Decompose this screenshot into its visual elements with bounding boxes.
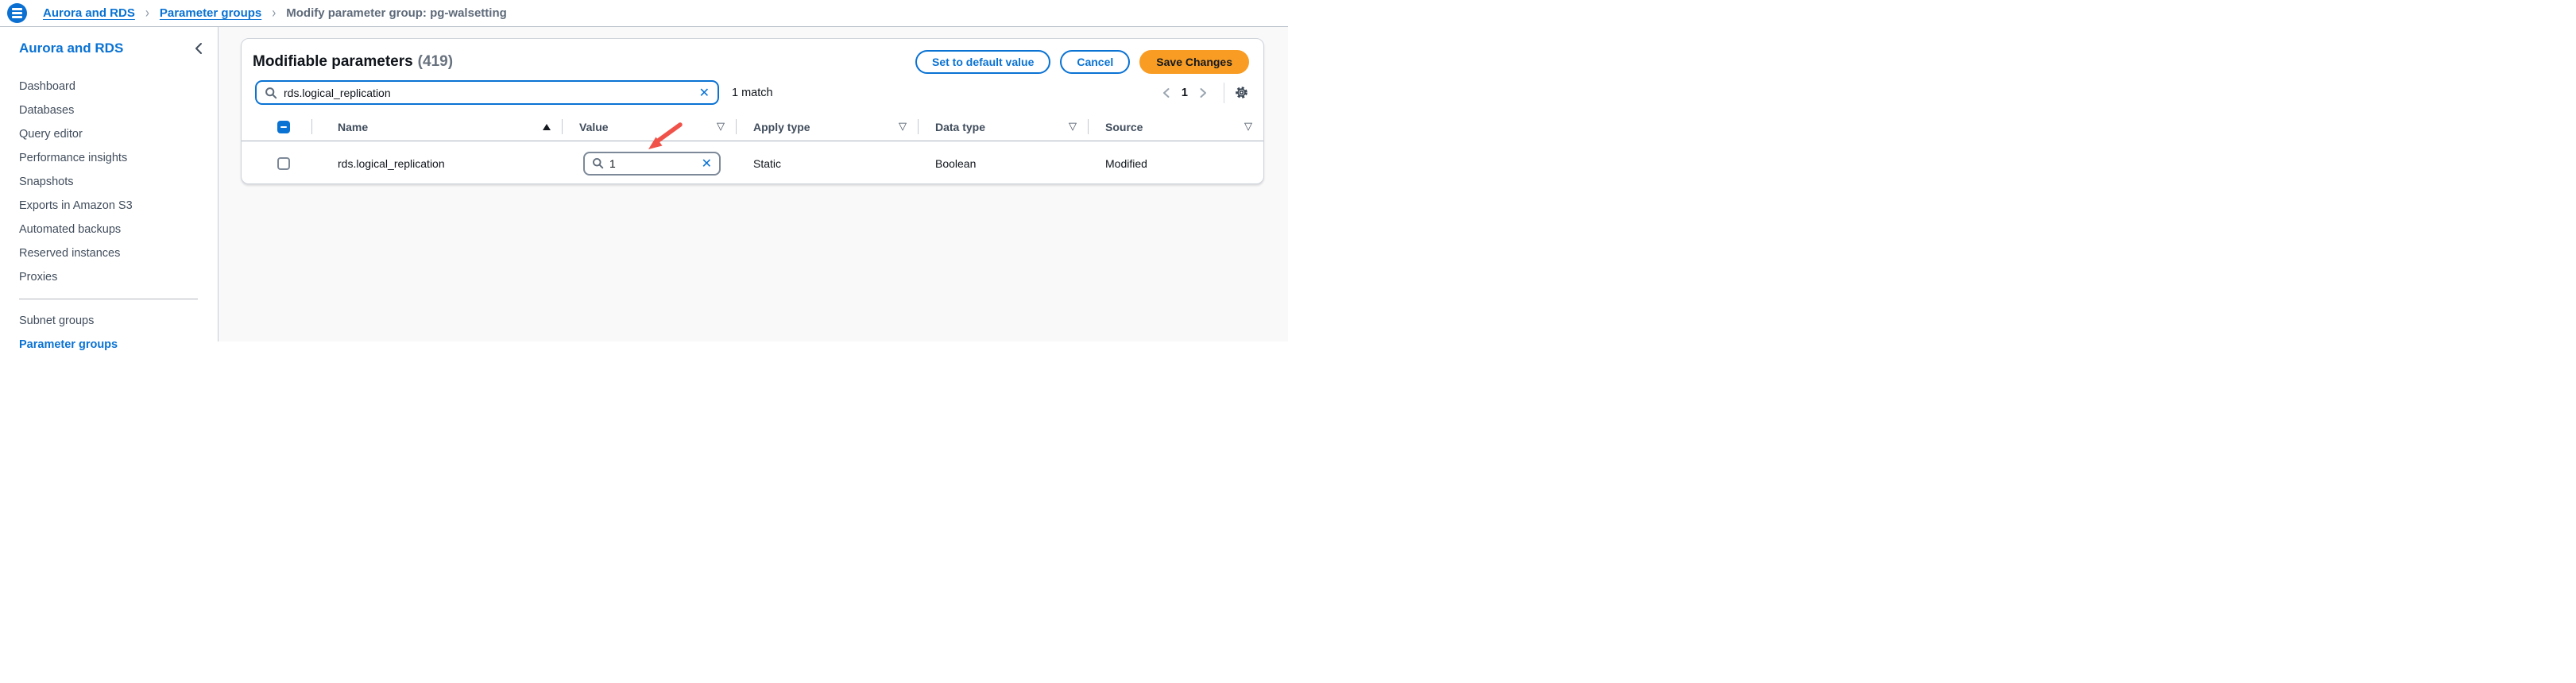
sidebar-item-databases[interactable]: Databases [19,98,218,122]
breadcrumb-current-page: Modify parameter group: pg-walsetting [286,6,507,20]
column-header-source[interactable]: Source ▽ [1088,113,1263,141]
data-type-cell: Boolean [935,156,977,170]
column-label-data-type: Data type [935,120,986,133]
clear-value-icon[interactable]: ✕ [702,156,712,170]
breadcrumb-chevron-icon: › [145,4,149,22]
hamburger-menu-icon[interactable] [7,3,27,23]
column-label-name: Name [338,120,369,133]
collapse-sidebar-icon[interactable] [193,42,203,55]
sidebar-item-subnet-groups[interactable]: Subnet groups [19,309,218,333]
breadcrumb-aurora-rds[interactable]: Aurora and RDS [43,6,135,20]
settings-gear-icon[interactable] [1234,85,1249,100]
table-header-row: Name Value ▽ Apply type ▽ Data type ▽ So… [242,113,1263,141]
sidebar-item-exports-s3[interactable]: Exports in Amazon S3 [19,194,218,218]
sort-ascending-icon [543,123,551,130]
search-icon [265,87,277,99]
sidebar-item-reserved-instances[interactable]: Reserved instances [19,241,218,265]
breadcrumb-parameter-groups[interactable]: Parameter groups [160,6,261,20]
parameter-search-box: ✕ [255,80,719,105]
filter-icon[interactable]: ▽ [717,121,725,133]
clear-search-icon[interactable]: ✕ [699,86,710,99]
apply-type-cell: Static [753,156,782,170]
source-cell: Modified [1105,156,1147,170]
match-count-text: 1 match [732,86,773,99]
breadcrumb: Aurora and RDS › Parameter groups › Modi… [43,4,507,22]
search-input[interactable] [284,86,693,99]
column-header-data-type[interactable]: Data type ▽ [918,113,1088,141]
row-checkbox[interactable] [277,156,290,170]
filter-icon[interactable]: ▽ [899,121,907,133]
breadcrumb-chevron-icon: › [272,4,277,22]
sidebar-item-parameter-groups[interactable]: Parameter groups [19,333,218,357]
sidebar-item-performance-insights[interactable]: Performance insights [19,146,218,170]
parameter-name-cell: rds.logical_replication [338,156,445,170]
select-all-cell [242,113,311,141]
column-header-name[interactable]: Name [311,113,562,141]
select-all-checkbox[interactable] [277,120,290,133]
table-row: rds.logical_replication ✕ Static Boolean… [242,141,1263,185]
panel-title: Modifiable parameters [253,53,413,70]
page-number[interactable]: 1 [1175,87,1194,99]
sidebar-item-proxies[interactable]: Proxies [19,265,218,289]
sidebar-item-dashboard[interactable]: Dashboard [19,75,218,98]
row-select-cell [242,141,311,185]
parameter-count: (419) [417,53,454,70]
parameter-value-cell: ✕ [562,151,736,176]
parameter-value-input[interactable] [609,156,681,170]
filter-icon[interactable]: ▽ [1069,121,1077,133]
column-header-value[interactable]: Value ▽ [562,113,736,141]
sidebar-item-query-editor[interactable]: Query editor [19,122,218,146]
sidebar-title[interactable]: Aurora and RDS [19,41,123,56]
column-label-source: Source [1105,120,1143,133]
column-header-apply-type[interactable]: Apply type ▽ [736,113,918,141]
search-icon [592,157,604,169]
sidebar-item-snapshots[interactable]: Snapshots [19,170,218,194]
modifiable-parameters-panel: Modifiable parameters (419) Set to defaul… [241,38,1264,184]
value-editor-box: ✕ [583,151,721,176]
column-label-value: Value [579,120,609,133]
breadcrumb-bar: Aurora and RDS › Parameter groups › Modi… [0,0,1288,27]
next-page-icon[interactable] [1194,87,1213,98]
save-changes-button[interactable]: Save Changes [1139,50,1249,74]
panel-title-group: Modifiable parameters (419) [253,53,453,71]
sidebar-item-automated-backups[interactable]: Automated backups [19,218,218,241]
side-navigation: Aurora and RDS Dashboard Databases Query… [0,27,219,351]
previous-page-icon[interactable] [1157,87,1175,98]
cancel-button[interactable]: Cancel [1060,50,1131,74]
set-to-default-button[interactable]: Set to default value [915,50,1051,74]
main-content: Modifiable parameters (419) Set to defaul… [219,27,1288,342]
column-label-apply-type: Apply type [753,120,810,133]
filter-icon[interactable]: ▽ [1244,121,1252,133]
